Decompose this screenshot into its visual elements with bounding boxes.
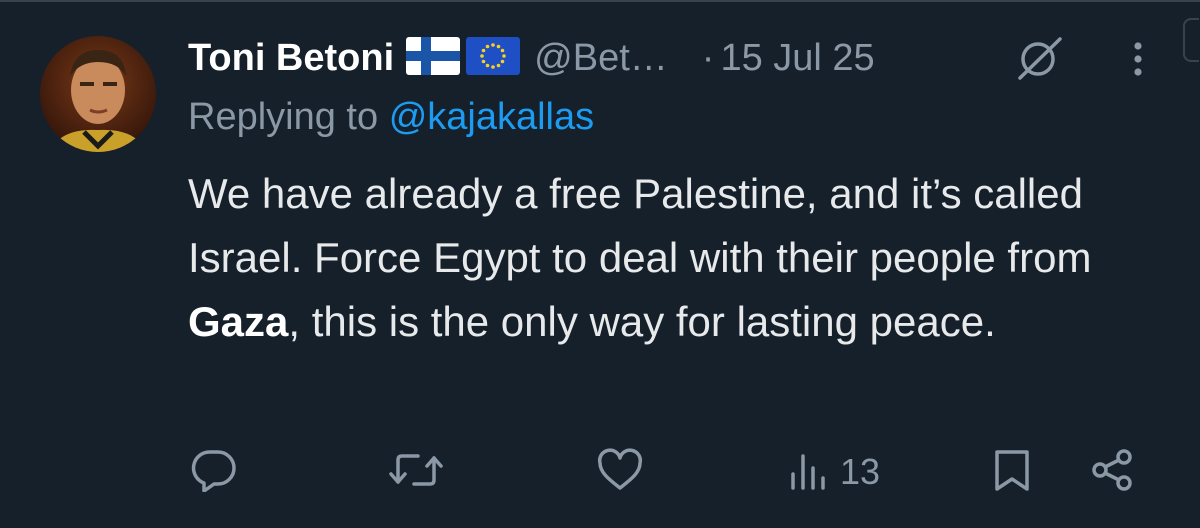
action-bar: 13 xyxy=(0,440,1200,504)
finland-flag-icon xyxy=(406,36,461,80)
views-button[interactable]: 13 xyxy=(788,450,880,494)
retweet-button[interactable] xyxy=(388,450,444,494)
replying-to: Replying to @kajakallas xyxy=(188,96,594,139)
top-divider xyxy=(0,0,1200,2)
author-name[interactable]: Toni Betoni xyxy=(188,37,394,80)
grok-icon[interactable] xyxy=(1014,36,1066,80)
retweet-icon xyxy=(388,448,444,497)
like-button[interactable] xyxy=(596,448,644,497)
views-count: 13 xyxy=(840,451,881,492)
like-icon xyxy=(596,448,644,497)
separator-dot: · xyxy=(701,36,715,79)
scroll-handle[interactable] xyxy=(1183,18,1199,62)
reply-handle-link[interactable]: @kajakallas xyxy=(389,96,594,138)
tweet-text: We have already a free Palestine, and it… xyxy=(188,162,1178,354)
author-handle[interactable]: @Bet… xyxy=(534,37,668,80)
reply-icon xyxy=(190,448,238,497)
avatar[interactable] xyxy=(40,36,156,152)
share-button[interactable] xyxy=(1088,448,1136,497)
tweet-header: Toni Betoni @Bet… · 15 Jul 25 xyxy=(188,34,875,82)
reply-button[interactable] xyxy=(190,448,238,497)
tweet-card[interactable]: Toni Betoni @Bet… · 15 Jul 25 Replying t… xyxy=(0,0,1200,528)
replying-to-label: Replying to xyxy=(188,96,379,138)
tweet-text-bold: Gaza xyxy=(188,298,289,345)
tweet-text-part1: We have already a free Palestine, and it… xyxy=(188,170,1092,281)
views-icon xyxy=(788,448,830,497)
tweet-text-part2: , this is the only way for lasting peace… xyxy=(288,298,996,345)
share-icon xyxy=(1088,448,1136,497)
more-icon[interactable] xyxy=(1124,38,1152,80)
eu-flag-icon xyxy=(466,36,521,80)
tweet-date[interactable]: 15 Jul 25 xyxy=(720,37,874,80)
bookmark-button[interactable] xyxy=(992,448,1032,497)
bookmark-icon xyxy=(992,448,1032,497)
